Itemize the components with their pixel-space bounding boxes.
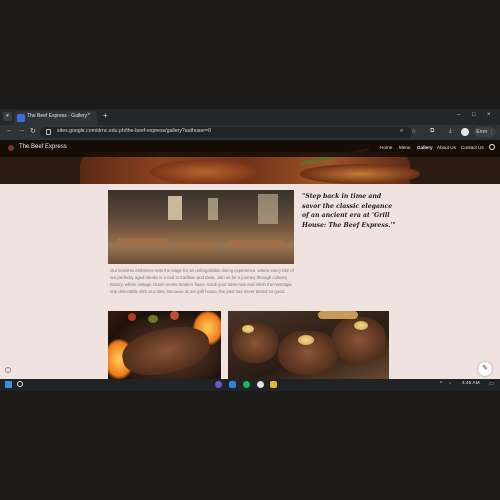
description-text: Our timeless ambience sets the stage for… xyxy=(110,268,294,295)
photo-butter-shape xyxy=(242,325,254,333)
nav-contact-us[interactable]: Contact Us xyxy=(461,145,484,150)
url-text[interactable]: sites.google.com/drnc.edu.ph/the-beef-ex… xyxy=(57,128,211,134)
photo-butter-shape xyxy=(298,335,314,345)
error-button[interactable]: Error ⋮ xyxy=(474,127,496,137)
info-icon[interactable] xyxy=(5,367,11,373)
windows-search-icon[interactable] xyxy=(17,381,23,387)
error-label: Error xyxy=(476,129,488,135)
site-title[interactable]: The Beef Express xyxy=(19,144,67,150)
nav-gallery[interactable]: Gallery xyxy=(417,145,433,150)
search-icon[interactable] xyxy=(489,144,495,150)
nav-about-us[interactable]: About Us xyxy=(437,145,456,150)
spotify-icon[interactable] xyxy=(243,381,250,388)
tab-close-icon[interactable]: × xyxy=(87,112,91,118)
photo-window-shape xyxy=(208,198,218,220)
photo-window-shape xyxy=(258,194,278,224)
taskbar xyxy=(0,379,500,391)
photo-bread-shape xyxy=(318,311,358,319)
edit-icon[interactable]: ✎ xyxy=(478,362,492,376)
minimize-button[interactable]: – xyxy=(457,112,460,118)
nav-home[interactable]: Home xyxy=(380,145,392,150)
file-explorer-icon[interactable] xyxy=(270,381,277,388)
tab-list-icon[interactable]: ▾ xyxy=(3,112,12,121)
steak-plate-image xyxy=(228,311,389,379)
new-tab-button[interactable]: + xyxy=(103,111,108,120)
restaurant-interior-image xyxy=(108,190,294,264)
photo-steak-shape xyxy=(232,323,278,363)
lock-icon[interactable] xyxy=(46,129,51,135)
profile-avatar-icon[interactable] xyxy=(461,128,469,136)
tray-chevron-icon[interactable]: ^ xyxy=(440,381,442,387)
download-icon[interactable]: ⤓ xyxy=(449,128,452,135)
quote-text: "Step back in time and savor the classic… xyxy=(302,193,396,229)
nav-menu[interactable]: Menu xyxy=(399,145,411,150)
start-icon[interactable] xyxy=(5,381,12,388)
photo-vegetable-shape xyxy=(148,315,158,323)
tab-title: The Beef Express - Gallery xyxy=(27,113,88,119)
site-header: The Beef Express Home Menu Gallery About… xyxy=(0,140,500,184)
site-favicon-icon xyxy=(17,114,25,122)
grilled-steak-image xyxy=(108,311,221,379)
vscode-icon[interactable] xyxy=(229,381,236,388)
photo-vegetable-shape xyxy=(128,313,136,321)
photo-vegetable-shape xyxy=(170,311,179,320)
notification-icon[interactable]: ▭ xyxy=(489,381,494,387)
clock[interactable]: 4:45 AM xyxy=(462,381,480,386)
reload-icon[interactable]: ↻ xyxy=(30,127,36,135)
hero-steak-shape xyxy=(300,164,420,184)
chrome-icon[interactable] xyxy=(257,381,264,388)
photo-table-shape xyxy=(118,238,168,244)
hero-steak-shape xyxy=(150,160,260,184)
extensions-icon[interactable]: ⧉ xyxy=(430,128,434,135)
photo-window-shape xyxy=(168,196,182,220)
photo-steak-shape xyxy=(118,320,214,379)
zoom-icon[interactable]: ⌕ xyxy=(400,128,403,135)
photo-table-shape xyxy=(178,242,218,247)
website-content: The Beef Express Home Menu Gallery About… xyxy=(0,140,500,379)
wifi-icon[interactable]: ◔ xyxy=(448,381,451,387)
back-icon[interactable]: ← xyxy=(6,127,13,134)
taskbar-app-icon[interactable] xyxy=(215,381,222,388)
close-window-button[interactable]: × xyxy=(487,112,491,118)
photo-butter-shape xyxy=(354,321,368,330)
site-logo-icon[interactable] xyxy=(8,145,14,151)
photo-table-shape xyxy=(228,240,283,246)
maximize-button[interactable]: □ xyxy=(472,112,476,118)
forward-icon[interactable]: → xyxy=(18,127,25,134)
bookmark-star-icon[interactable]: ☆ xyxy=(411,128,416,135)
